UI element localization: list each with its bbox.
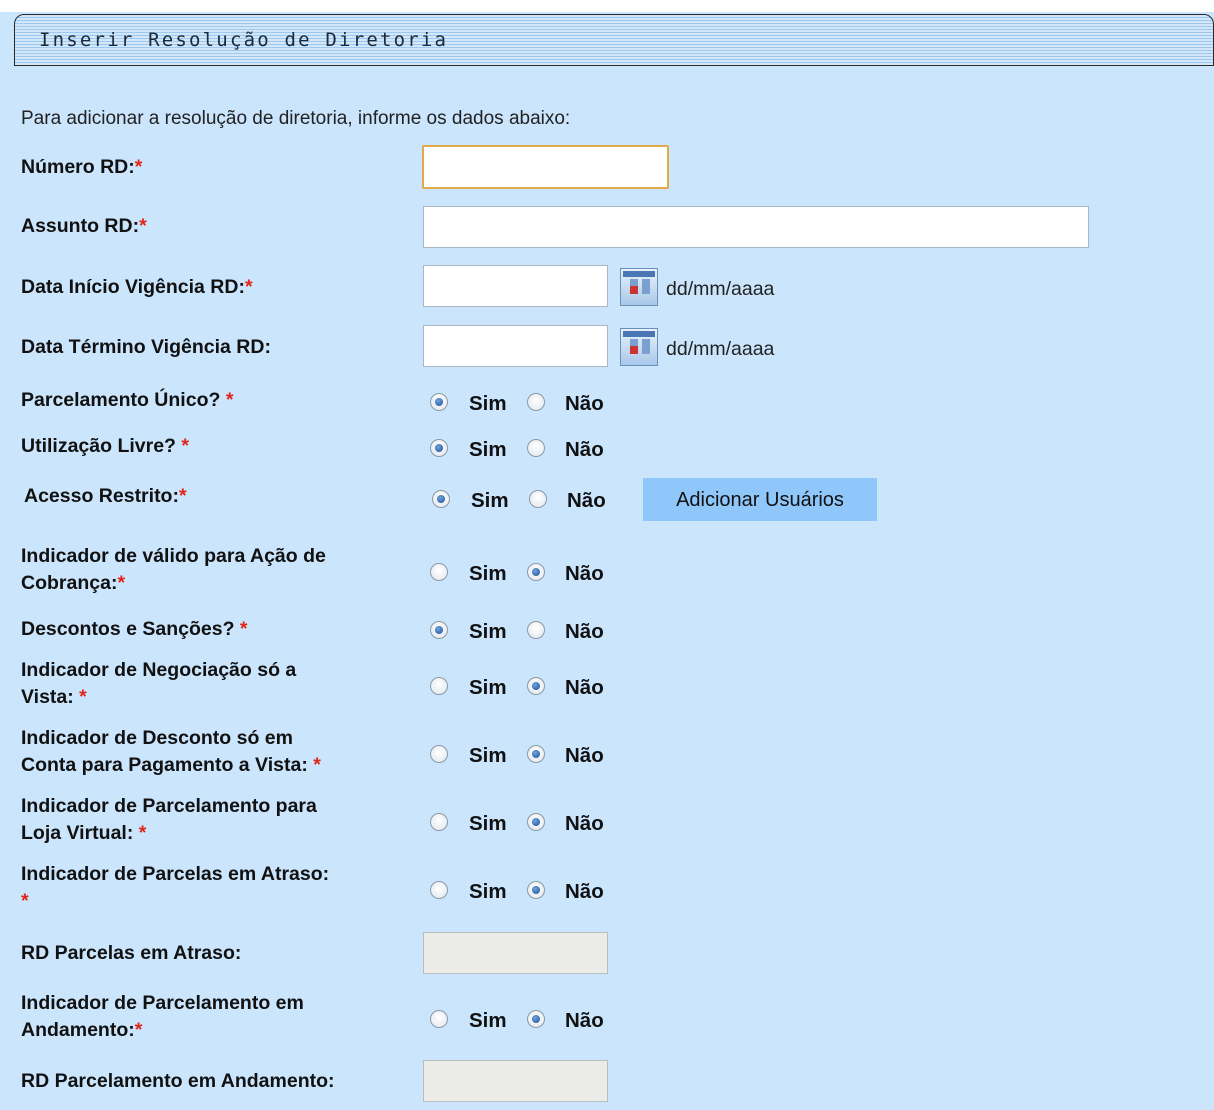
parcelamento-andamento-nao-radio[interactable]: [527, 1010, 545, 1028]
parcelamento-loja-virtual-nao-radio[interactable]: [527, 813, 545, 831]
desconto-conta-vista-sim-radio[interactable]: [430, 745, 448, 763]
acao-cobranca-nao-radio[interactable]: [527, 563, 545, 581]
desconto-conta-vista-nao-radio[interactable]: [527, 745, 545, 763]
nao-label: Não: [565, 676, 604, 699]
adicionar-usuarios-button[interactable]: Adicionar Usuários: [643, 478, 877, 521]
nao-label: Não: [565, 620, 604, 643]
acesso-restrito-nao-radio[interactable]: [529, 490, 547, 508]
parcelas-atraso-sim-radio[interactable]: [430, 881, 448, 899]
nao-label: Não: [565, 438, 604, 461]
negociacao-vista-sim-radio[interactable]: [430, 677, 448, 695]
required-mark: *: [225, 389, 234, 411]
nao-label: Não: [567, 489, 606, 512]
numero-rd-label: Número RD:*: [21, 156, 143, 178]
descontos-sancoes-label: Descontos e Sanções? *: [21, 618, 248, 640]
parcelamento-unico-label: Parcelamento Único? *: [21, 389, 234, 411]
required-mark: *: [313, 754, 321, 776]
calendar-icon[interactable]: [620, 268, 658, 306]
rd-parcelas-atraso-input: [423, 932, 608, 974]
required-mark: *: [117, 572, 126, 594]
parcelamento-unico-nao-radio[interactable]: [527, 393, 545, 411]
required-mark: *: [21, 890, 29, 912]
assunto-rd-input[interactable]: [423, 206, 1089, 248]
rd-parcelas-atraso-label: RD Parcelas em Atraso:: [21, 942, 242, 964]
data-inicio-label: Data Início Vigência RD:*: [21, 276, 253, 298]
sim-label: Sim: [469, 812, 507, 835]
required-mark: *: [178, 485, 187, 507]
parcelamento-unico-sim-radio[interactable]: [430, 393, 448, 411]
data-termino-label: Data Término Vigência RD:: [21, 336, 271, 358]
parcelas-atraso-label: Indicador de Parcelas em Atraso: *: [21, 863, 330, 912]
date-format-hint: dd/mm/aaaa: [666, 278, 775, 300]
parcelamento-loja-virtual-sim-radio[interactable]: [430, 813, 448, 831]
date-format-hint: dd/mm/aaaa: [666, 338, 775, 360]
sim-label: Sim: [469, 392, 507, 415]
sim-label: Sim: [469, 676, 507, 699]
required-mark: *: [134, 156, 143, 178]
parcelamento-andamento-label: Indicador de Parcelamento em Andamento:*: [21, 992, 304, 1041]
descontos-sancoes-sim-radio[interactable]: [430, 621, 448, 639]
rd-parcelamento-andamento-label: RD Parcelamento em Andamento:: [21, 1070, 335, 1092]
parcelamento-andamento-sim-radio[interactable]: [430, 1010, 448, 1028]
assunto-rd-label: Assunto RD:*: [21, 215, 147, 237]
sim-label: Sim: [469, 438, 507, 461]
utilizacao-livre-sim-radio[interactable]: [430, 439, 448, 457]
parcelamento-loja-virtual-label: Indicador de Parcelamento para Loja Virtu…: [21, 795, 317, 844]
nao-label: Não: [565, 392, 604, 415]
required-mark: *: [134, 1019, 143, 1041]
top-strip: [0, 0, 1214, 12]
utilizacao-livre-label: Utilização Livre? *: [21, 435, 189, 457]
numero-rd-input[interactable]: [422, 145, 669, 189]
required-mark: *: [244, 276, 253, 298]
sim-label: Sim: [471, 489, 509, 512]
parcelas-atraso-nao-radio[interactable]: [527, 881, 545, 899]
nao-label: Não: [565, 744, 604, 767]
sim-label: Sim: [469, 1009, 507, 1032]
required-mark: *: [181, 435, 189, 457]
nao-label: Não: [565, 880, 604, 903]
sim-label: Sim: [469, 562, 507, 585]
acao-cobranca-label: Indicador de válido para Ação de Cobrança…: [21, 545, 326, 594]
required-mark: *: [79, 686, 87, 708]
nao-label: Não: [565, 562, 604, 585]
nao-label: Não: [565, 812, 604, 835]
required-mark: *: [239, 618, 248, 640]
sim-label: Sim: [469, 744, 507, 767]
descontos-sancoes-nao-radio[interactable]: [527, 621, 545, 639]
intro-text: Para adicionar a resolução de diretoria,…: [21, 108, 571, 129]
acesso-restrito-sim-radio[interactable]: [432, 490, 450, 508]
data-termino-input[interactable]: [423, 325, 608, 367]
required-mark: *: [138, 822, 147, 844]
negociacao-vista-label: Indicador de Negociação só a Vista: *: [21, 659, 297, 708]
negociacao-vista-nao-radio[interactable]: [527, 677, 545, 695]
sim-label: Sim: [469, 620, 507, 643]
required-mark: *: [139, 215, 147, 237]
rd-parcelamento-andamento-input: [423, 1060, 608, 1102]
nao-label: Não: [565, 1009, 604, 1032]
acesso-restrito-label: Acesso Restrito:*: [24, 485, 187, 507]
data-inicio-input[interactable]: [423, 265, 608, 307]
panel-title: Inserir Resolução de Diretoria: [39, 29, 449, 51]
acao-cobranca-sim-radio[interactable]: [430, 563, 448, 581]
utilizacao-livre-nao-radio[interactable]: [527, 439, 545, 457]
panel-header: Inserir Resolução de Diretoria: [14, 14, 1214, 66]
sim-label: Sim: [469, 880, 507, 903]
desconto-conta-vista-label: Indicador de Desconto só em Conta para Pa…: [21, 727, 321, 776]
calendar-icon[interactable]: [620, 328, 658, 366]
